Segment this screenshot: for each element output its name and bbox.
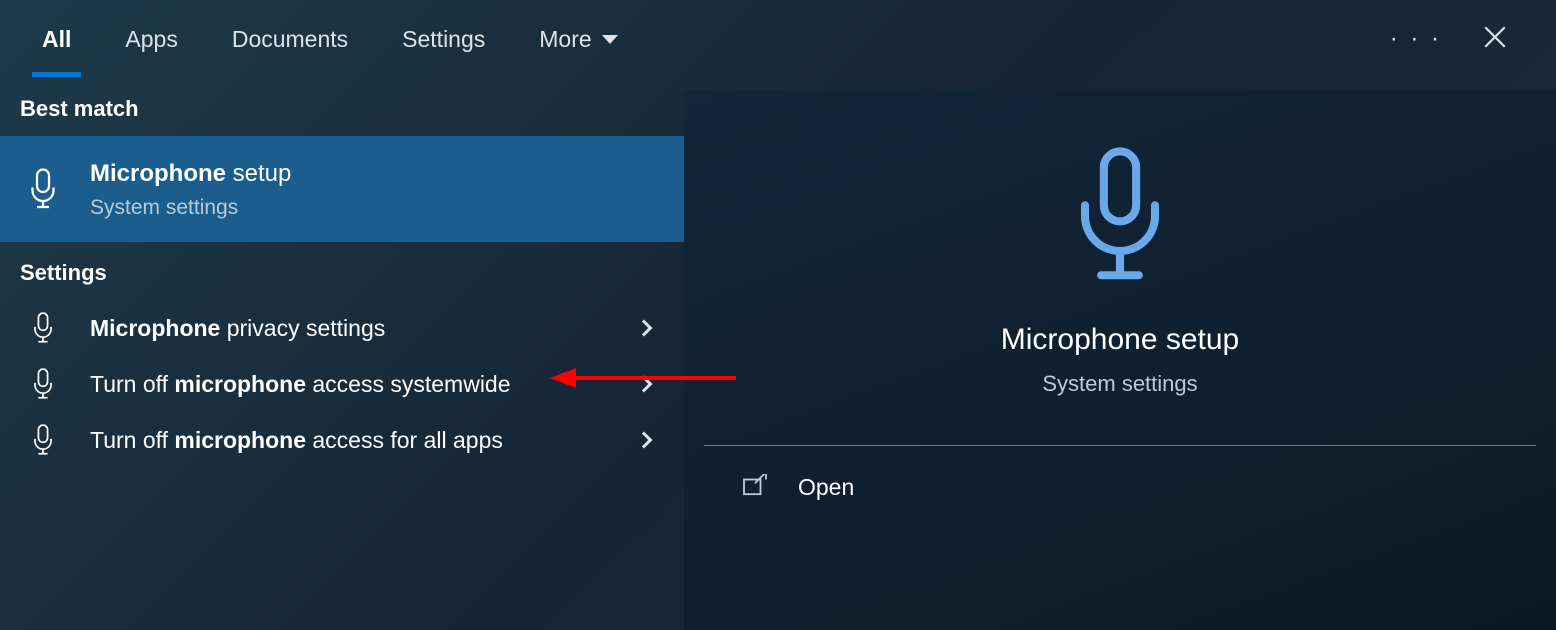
open-action[interactable]: Open [684,446,1556,501]
microphone-icon [22,424,64,456]
results-pane: Best match Microphone setup System setti… [0,78,684,630]
tab-more[interactable]: More [537,4,619,75]
tab-settings[interactable]: Settings [400,4,487,75]
search-tabbar: All Apps Documents Settings More · · · [0,0,1556,78]
detail-title: Microphone setup [1001,323,1239,357]
detail-pane: Microphone setup System settings Open [684,90,1556,630]
detail-subtitle: System settings [1042,371,1197,397]
section-best-match: Best match [0,78,684,136]
section-settings: Settings [0,242,684,300]
tab-documents[interactable]: Documents [230,4,350,75]
close-icon[interactable] [1482,24,1508,55]
settings-item-label: Microphone privacy settings [90,313,612,344]
chevron-right-icon [636,320,653,337]
settings-item-systemwide[interactable]: Turn off microphone access systemwide [0,356,684,412]
settings-item-label: Turn off microphone access systemwide [90,369,612,400]
settings-item-all-apps[interactable]: Turn off microphone access for all apps [0,412,684,468]
tab-more-label: More [539,26,591,53]
chevron-down-icon [602,35,618,44]
best-match-title: Microphone setup [90,158,662,190]
microphone-icon [22,368,64,400]
open-label: Open [798,474,854,501]
best-match-item[interactable]: Microphone setup System settings [0,136,684,242]
chevron-right-icon [636,432,653,449]
settings-item-privacy[interactable]: Microphone privacy settings [0,300,684,356]
best-match-subtitle: System settings [90,196,662,220]
tab-apps[interactable]: Apps [123,4,179,75]
microphone-icon [22,168,64,210]
tab-all[interactable]: All [40,4,73,75]
microphone-icon [22,312,64,344]
microphone-icon [1065,146,1175,291]
settings-item-label: Turn off microphone access for all apps [90,425,612,456]
open-icon [742,474,768,501]
more-dots-icon[interactable]: · · · [1390,25,1442,53]
chevron-right-icon [636,376,653,393]
